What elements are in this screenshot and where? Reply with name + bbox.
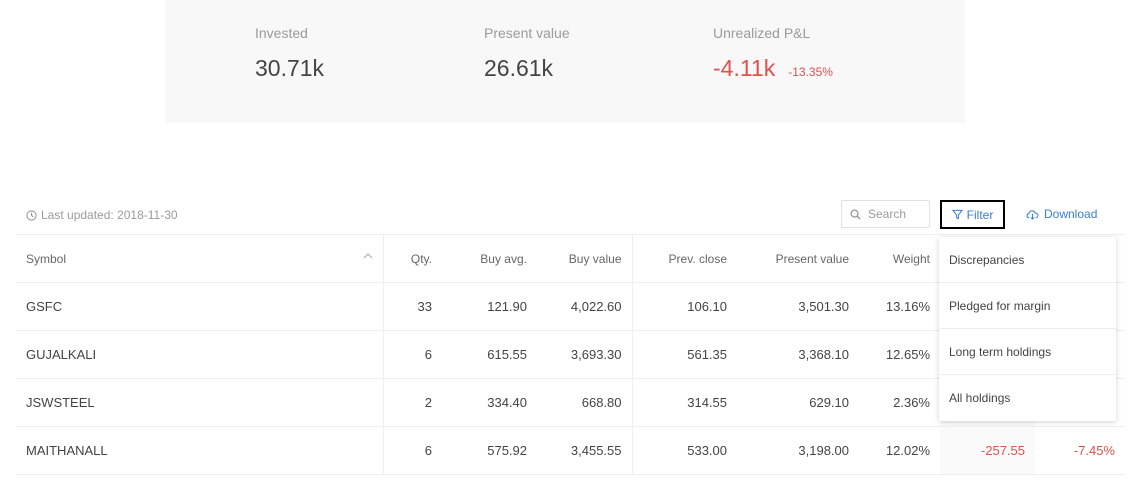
search-icon xyxy=(850,209,861,220)
col-buy-value[interactable]: Buy value xyxy=(537,234,633,283)
download-button[interactable]: Download xyxy=(1026,207,1097,221)
cell-symbol[interactable]: JSWSTEEL xyxy=(16,378,383,427)
cell-buy-avg: 121.90 xyxy=(442,282,537,331)
cell-weight: 13.16% xyxy=(859,282,940,331)
cell-symbol[interactable]: GSFC xyxy=(16,282,383,331)
cell-present-value: 629.10 xyxy=(737,378,859,427)
pnl-amount: -4.11k xyxy=(713,55,776,81)
cell-weight: 12.02% xyxy=(859,426,940,475)
filter-button[interactable]: Filter xyxy=(940,200,1005,229)
cell-weight: 12.65% xyxy=(859,330,940,379)
table-row[interactable]: MAITHANALL 6 575.92 3,455.55 533.00 3,19… xyxy=(16,426,1125,475)
present-value-label: Present value xyxy=(484,25,570,41)
filter-dropdown-menu: Discrepancies Pledged for margin Long te… xyxy=(939,237,1116,421)
last-updated: Last updated: 2018-11-30 xyxy=(26,208,178,222)
holdings-summary: Invested 30.71k Present value 26.61k Unr… xyxy=(165,0,965,123)
col-symbol[interactable]: Symbol xyxy=(16,234,383,283)
funnel-icon xyxy=(951,209,963,220)
cell-present-value: 3,501.30 xyxy=(737,282,859,331)
cell-prev-close: 561.35 xyxy=(632,330,737,379)
cloud-download-icon xyxy=(1026,209,1039,220)
cell-qty: 6 xyxy=(382,330,442,379)
cell-net-change: -7.45% xyxy=(1035,426,1125,475)
search-placeholder: Search xyxy=(868,207,907,221)
cell-buy-avg: 575.92 xyxy=(442,426,537,475)
col-prev-close[interactable]: Prev. close xyxy=(632,234,737,283)
filter-option-all-holdings[interactable]: All holdings xyxy=(939,375,1116,421)
chevron-up-icon xyxy=(363,253,372,259)
col-weight[interactable]: Weight xyxy=(859,234,940,283)
cell-pnl: -257.55 xyxy=(940,426,1035,475)
last-updated-text: Last updated: 2018-11-30 xyxy=(41,208,178,222)
filter-option-long-term-holdings[interactable]: Long term holdings xyxy=(939,329,1116,375)
download-label: Download xyxy=(1044,207,1098,221)
present-value-amount: 26.61k xyxy=(484,55,554,81)
cell-symbol[interactable]: GUJALKALI xyxy=(16,330,383,379)
cell-buy-value: 3,455.55 xyxy=(537,426,633,475)
filter-option-pledged-for-margin[interactable]: Pledged for margin xyxy=(939,283,1116,329)
col-buy-avg[interactable]: Buy avg. xyxy=(442,234,537,283)
clock-icon xyxy=(26,209,37,221)
cell-present-value: 3,368.10 xyxy=(737,330,859,379)
invested-label: Invested xyxy=(255,25,308,41)
filter-label: Filter xyxy=(966,207,994,222)
cell-weight: 2.36% xyxy=(859,378,940,427)
stat-present-value: Present value 26.61k xyxy=(484,25,570,82)
cell-buy-avg: 334.40 xyxy=(442,378,537,427)
invested-value: 30.71k xyxy=(255,55,324,82)
cell-buy-value: 3,693.30 xyxy=(537,330,633,379)
pnl-value: -4.11k -13.35% xyxy=(713,55,833,82)
cell-qty: 2 xyxy=(382,378,442,427)
cell-prev-close: 314.55 xyxy=(632,378,737,427)
col-qty[interactable]: Qty. xyxy=(382,234,442,283)
col-present-value[interactable]: Present value xyxy=(737,234,859,283)
cell-qty: 6 xyxy=(382,426,442,475)
pnl-percent: -13.35% xyxy=(788,65,833,79)
cell-qty: 33 xyxy=(382,282,442,331)
invested-amount: 30.71k xyxy=(255,55,325,81)
col-symbol-label: Symbol xyxy=(26,251,67,266)
filter-option-discrepancies[interactable]: Discrepancies xyxy=(939,237,1116,283)
cell-prev-close: 106.10 xyxy=(632,282,737,331)
stat-invested: Invested 30.71k xyxy=(255,25,324,82)
cell-prev-close: 533.00 xyxy=(632,426,737,475)
present-value-value: 26.61k xyxy=(484,55,570,82)
cell-present-value: 3,198.00 xyxy=(737,426,859,475)
stat-unrealized-pnl: Unrealized P&L -4.11k -13.35% xyxy=(713,25,833,82)
cell-buy-value: 668.80 xyxy=(537,378,633,427)
cell-buy-value: 4,022.60 xyxy=(537,282,633,331)
cell-buy-avg: 615.55 xyxy=(442,330,537,379)
pnl-label: Unrealized P&L xyxy=(713,25,811,41)
search-input[interactable]: Search xyxy=(841,200,930,228)
cell-symbol[interactable]: MAITHANALL xyxy=(16,426,383,475)
